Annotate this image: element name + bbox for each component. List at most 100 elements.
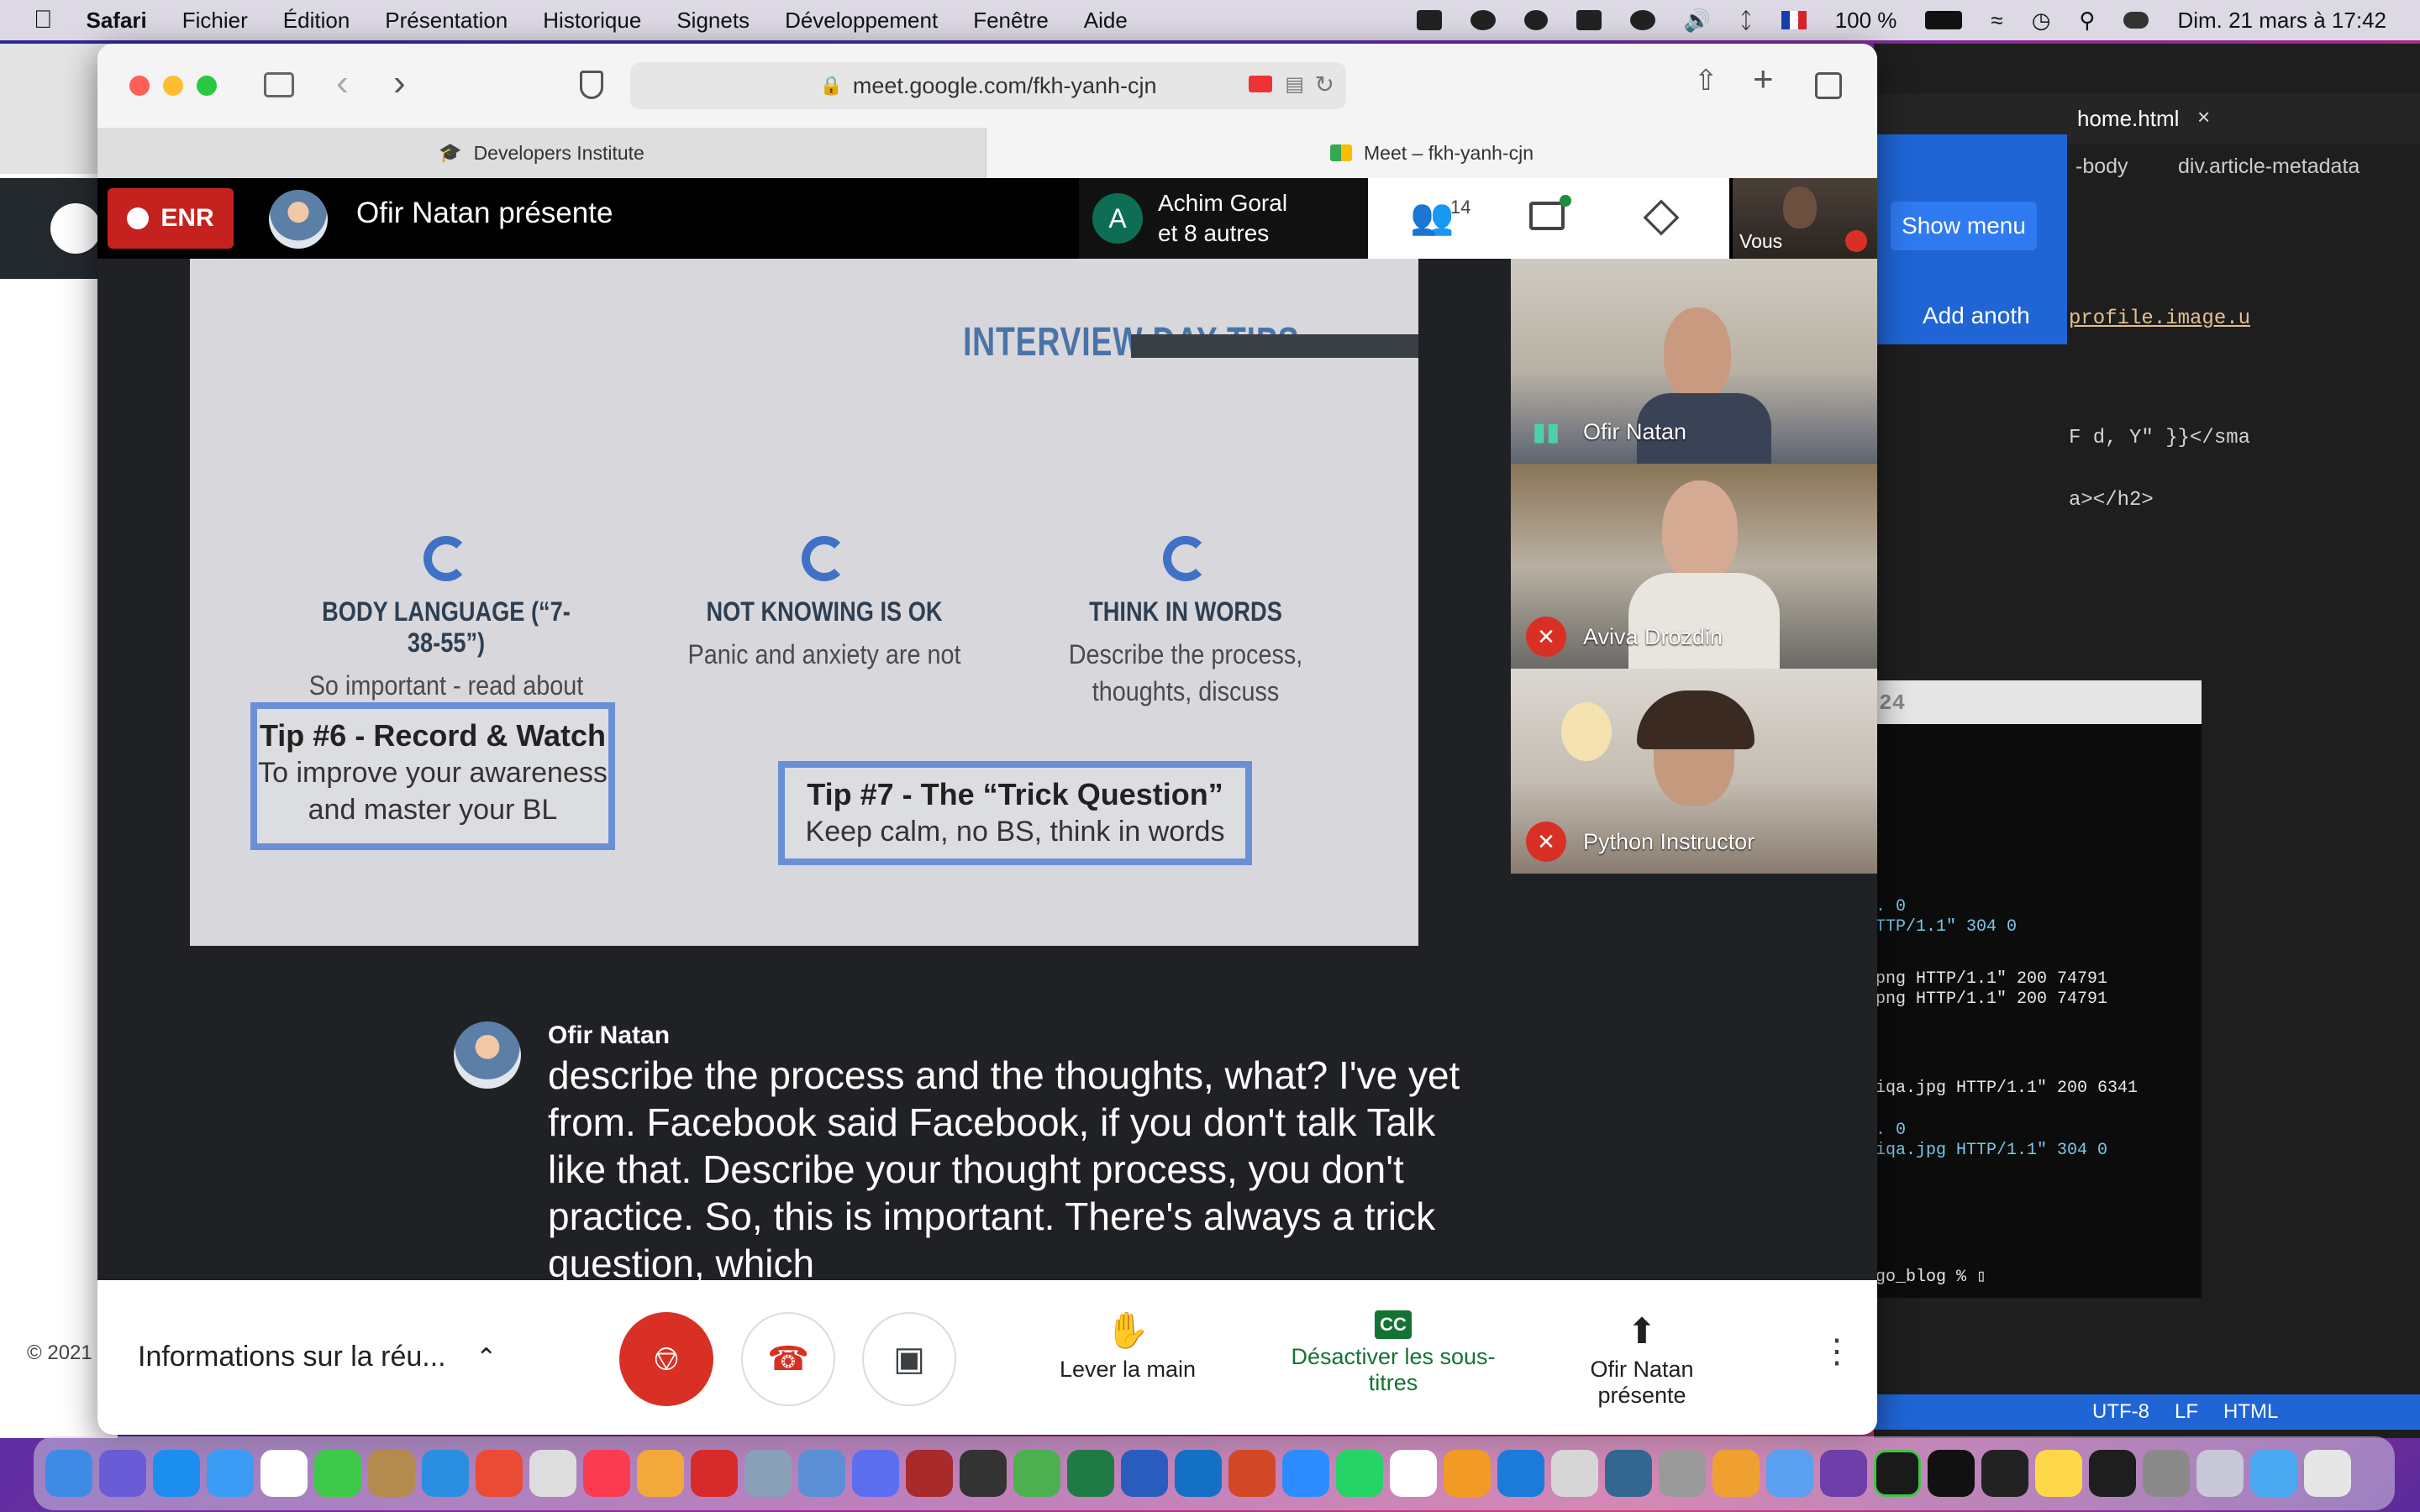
excel-icon[interactable] <box>1067 1450 1114 1497</box>
readdle-icon[interactable] <box>691 1450 738 1497</box>
bluetooth-icon[interactable]: ᛨ <box>1739 8 1753 34</box>
menu-developpement[interactable]: Développement <box>785 8 938 34</box>
trash-icon[interactable] <box>2304 1450 2351 1497</box>
participant-tile-ofir[interactable]: ▮▮ Ofir Natan <box>1511 259 1877 464</box>
menu-edition[interactable]: Édition <box>283 8 350 34</box>
screen-share-icon[interactable] <box>1470 10 1496 30</box>
tab-overview-icon[interactable] <box>1815 72 1842 99</box>
zoom-window-button[interactable] <box>197 76 217 96</box>
menu-aide[interactable]: Aide <box>1084 8 1128 34</box>
music-icon[interactable] <box>583 1450 630 1497</box>
notes-icon[interactable] <box>2035 1450 2082 1497</box>
status-eol[interactable]: LF <box>2175 1400 2198 1424</box>
finder-icon[interactable] <box>45 1450 92 1497</box>
people-icon[interactable]: 👥 <box>1410 197 1454 238</box>
camera-in-use-icon[interactable] <box>1249 76 1272 92</box>
menu-presentation[interactable]: Présentation <box>385 8 508 34</box>
privacy-shield-icon[interactable] <box>580 71 603 99</box>
minimize-window-button[interactable] <box>163 76 183 96</box>
tab-meet[interactable]: Meet – fkh-yanh-cjn <box>986 128 1877 178</box>
slack-icon[interactable] <box>1390 1450 1437 1497</box>
activities-icon[interactable] <box>1643 199 1680 236</box>
menu-historique[interactable]: Historique <box>543 8 641 34</box>
back-icon[interactable]: ‹ <box>336 62 349 104</box>
participant-tile-python-instructor[interactable]: ✕ Python Instructor <box>1511 669 1877 874</box>
self-video-tile[interactable]: Vous <box>1733 178 1877 259</box>
github-desktop-icon[interactable] <box>1820 1450 1867 1497</box>
menu-fichier[interactable]: Fichier <box>182 8 248 34</box>
participants-summary[interactable]: A Achim Goral et 8 autres <box>1079 178 1368 259</box>
messages-icon[interactable] <box>314 1450 361 1497</box>
status-encoding[interactable]: UTF-8 <box>2092 1400 2149 1424</box>
preview-icon[interactable] <box>744 1450 792 1497</box>
camera-status-icon[interactable] <box>1416 10 1442 30</box>
more-options-icon[interactable]: ⋮ <box>1820 1332 1854 1371</box>
downloads-icon[interactable] <box>2196 1450 2244 1497</box>
apple-menu-icon[interactable]:  <box>34 6 53 34</box>
volume-icon[interactable]: 🔊 <box>1684 8 1711 34</box>
time-machine-icon[interactable] <box>960 1450 1007 1497</box>
clock[interactable]: Dim. 21 mars à 17:42 <box>2177 8 2386 34</box>
vscode-icon[interactable] <box>1497 1450 1544 1497</box>
storage-icon[interactable] <box>1766 1450 1813 1497</box>
french-flag-icon[interactable] <box>1781 11 1807 29</box>
documents-folder-icon[interactable] <box>2250 1450 2297 1497</box>
settings-gear-icon[interactable] <box>852 1450 899 1497</box>
system-preferences-icon[interactable] <box>2143 1450 2190 1497</box>
postgres-icon[interactable] <box>1605 1450 1652 1497</box>
forward-icon[interactable]: › <box>393 62 406 104</box>
recording-badge[interactable]: ENR <box>108 188 234 249</box>
siri-icon[interactable] <box>99 1450 146 1497</box>
figma-icon[interactable] <box>1981 1450 2028 1497</box>
breadcrumb-metadata[interactable]: div.article-metadata <box>2178 155 2360 179</box>
participant-tile-aviva[interactable]: ✕ Aviva Drozdin <box>1511 464 1877 669</box>
meeting-details-button[interactable]: Informations sur la réu... ⌃ <box>138 1341 497 1373</box>
app-status-icon[interactable] <box>1576 10 1602 30</box>
app-store-icon[interactable] <box>153 1450 200 1497</box>
show-menu-button[interactable]: Show menu <box>1891 202 2037 250</box>
breadcrumb-body[interactable]: -body <box>2075 155 2128 179</box>
sidebar-toggle-icon[interactable] <box>264 72 294 97</box>
presenting-button[interactable]: ⬆ Ofir Natan présente <box>1558 1310 1726 1409</box>
close-icon[interactable]: × <box>2197 104 2210 130</box>
captions-toggle-button[interactable]: CC Désactiver les sous-titres <box>1267 1310 1519 1396</box>
contacts-icon[interactable] <box>368 1450 415 1497</box>
maps-icon[interactable] <box>1013 1450 1060 1497</box>
camera-toggle-button[interactable]: ▣ <box>862 1312 956 1406</box>
word-icon[interactable] <box>1121 1450 1168 1497</box>
battery-icon[interactable] <box>1925 11 1963 29</box>
close-window-button[interactable] <box>129 76 150 96</box>
terminal-icon[interactable] <box>2089 1450 2136 1497</box>
search-icon[interactable]: ⚲ <box>2079 8 2095 34</box>
new-tab-icon[interactable]: + <box>1753 59 1774 99</box>
address-bar[interactable]: 🔒 meet.google.com/fkh-yanh-cjn ▤ ↻ <box>630 62 1346 109</box>
gear-status-icon[interactable] <box>1629 10 1655 30</box>
chrome-icon[interactable] <box>476 1450 523 1497</box>
whatsapp-icon[interactable] <box>1336 1450 1383 1497</box>
outlook-icon[interactable] <box>1175 1450 1222 1497</box>
menu-signets[interactable]: Signets <box>676 8 750 34</box>
add-another-link[interactable]: Add anoth <box>1923 302 2030 329</box>
translate-icon[interactable]: ▤ <box>1285 72 1304 97</box>
menu-fenetre[interactable]: Fenêtre <box>973 8 1049 34</box>
calendar-icon[interactable] <box>260 1450 308 1497</box>
leave-call-button[interactable]: ☎ <box>741 1312 835 1406</box>
tab-developers-institute[interactable]: 🎓 Developers Institute <box>97 128 986 178</box>
raise-hand-button[interactable]: ✋ Lever la main <box>1044 1310 1212 1383</box>
menu-extra-icon[interactable] <box>1523 10 1548 30</box>
safari-icon[interactable] <box>422 1450 469 1497</box>
zoom-icon[interactable] <box>1282 1450 1329 1497</box>
url-text[interactable]: meet.google.com/fkh-yanh-cjn <box>853 73 1157 99</box>
sublime-icon[interactable] <box>1444 1450 1491 1497</box>
time-machine-icon[interactable]: ◷ <box>2032 8 2051 34</box>
font-book-icon[interactable] <box>529 1450 576 1497</box>
sequel-icon[interactable] <box>1551 1450 1598 1497</box>
menu-app-name[interactable]: Safari <box>87 8 147 34</box>
photos-icon[interactable] <box>637 1450 684 1497</box>
vscode-tab-home[interactable]: home.html <box>2077 106 2179 132</box>
share-icon[interactable]: ⇧ <box>1694 64 1718 97</box>
folder-app-icon[interactable] <box>1712 1450 1760 1497</box>
mail-icon[interactable] <box>207 1450 254 1497</box>
control-center-icon[interactable] <box>2123 12 2149 29</box>
pycharm-icon[interactable] <box>1928 1450 1975 1497</box>
